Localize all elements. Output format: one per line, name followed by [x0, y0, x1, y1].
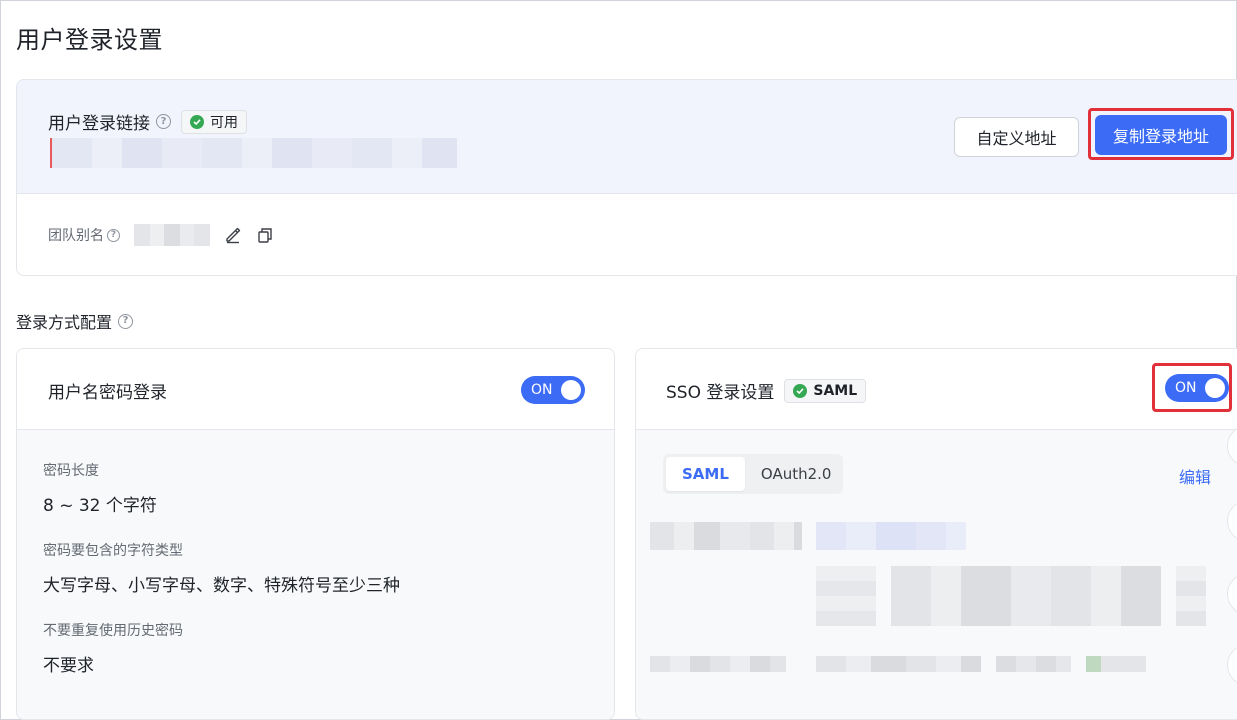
copy-icon[interactable]	[256, 226, 274, 244]
team-alias-label: 团队别名	[48, 228, 104, 244]
check-icon	[793, 383, 808, 398]
custom-address-button[interactable]: 自定义地址	[954, 117, 1079, 157]
copy-button-highlight: 复制登录地址	[1088, 108, 1234, 160]
sso-login-card: SSO 登录设置 SAML ON SAML OAuth2.0 编辑	[635, 348, 1237, 720]
sso-login-title: SSO 登录设置	[666, 383, 775, 403]
login-link-card: 用户登录链接 ? 可用 自定义地址 复制登录地址 团队别名 ?	[16, 79, 1237, 276]
tab-saml[interactable]: SAML	[666, 457, 745, 491]
toggle-label: ON	[1175, 380, 1197, 396]
login-link-header: 用户登录链接 ? 可用 自定义地址 复制登录地址	[17, 80, 1237, 194]
sso-login-toggle[interactable]: ON	[1165, 374, 1229, 402]
sso-title-row: SSO 登录设置 SAML	[666, 378, 867, 403]
saml-badge-label: SAML	[813, 382, 858, 399]
edit-icon[interactable]	[224, 226, 242, 244]
page-title: 用户登录设置	[16, 26, 163, 54]
redacted-block	[996, 656, 1071, 672]
redacted-block	[891, 566, 1161, 626]
saml-badge: SAML	[784, 378, 867, 403]
char-types-value: 大写字母、小写字母、数字、特殊符号至少三种	[43, 576, 400, 596]
copy-login-address-button[interactable]: 复制登录地址	[1095, 115, 1227, 155]
help-icon[interactable]: ?	[107, 228, 120, 242]
check-icon	[190, 114, 204, 129]
login-config-title-row: 登录方式配置 ?	[16, 309, 134, 333]
status-badge-label: 可用	[210, 114, 238, 131]
login-url-redacted	[50, 138, 457, 168]
status-badge: 可用	[181, 109, 247, 134]
password-login-toggle[interactable]: ON	[521, 376, 585, 404]
password-length-value: 8 ~ 32 个字符	[43, 496, 157, 516]
redacted-block	[650, 656, 786, 672]
sso-config-body: SAML OAuth2.0 编辑	[636, 430, 1237, 719]
team-alias-row: 团队别名 ?	[48, 224, 274, 246]
history-password-label: 不要重复使用历史密码	[43, 623, 183, 639]
tab-oauth2[interactable]: OAuth2.0	[745, 457, 848, 491]
password-length-label: 密码长度	[43, 463, 99, 479]
history-password-value: 不要求	[43, 656, 94, 676]
sso-protocol-tabs: SAML OAuth2.0	[663, 454, 843, 494]
password-login-title: 用户名密码登录	[48, 383, 167, 403]
team-alias-redacted	[134, 224, 210, 246]
sso-login-header: SSO 登录设置 SAML ON	[636, 349, 1237, 430]
redacted-block	[1176, 566, 1206, 626]
password-login-card: 用户名密码登录 ON 密码长度 8 ~ 32 个字符 密码要包含的字符类型 大写…	[16, 348, 615, 720]
redacted-block	[650, 522, 802, 550]
password-login-header: 用户名密码登录 ON	[17, 349, 614, 430]
help-icon[interactable]: ?	[156, 114, 171, 129]
password-rules: 密码长度 8 ~ 32 个字符 密码要包含的字符类型 大写字母、小写字母、数字、…	[17, 430, 614, 719]
sso-toggle-highlight: ON	[1152, 363, 1232, 412]
toggle-knob	[561, 380, 581, 400]
toggle-label: ON	[531, 382, 553, 398]
toggle-knob	[1205, 378, 1225, 398]
edit-link[interactable]: 编辑	[1179, 464, 1211, 488]
login-link-title-row: 用户登录链接 ? 可用	[48, 109, 247, 134]
redacted-block	[1086, 656, 1146, 672]
help-icon[interactable]: ?	[118, 313, 134, 329]
redacted-block	[816, 522, 966, 550]
redacted-block	[816, 656, 981, 672]
login-link-title: 用户登录链接	[48, 114, 150, 134]
login-config-title: 登录方式配置	[16, 313, 113, 332]
char-types-label: 密码要包含的字符类型	[43, 543, 183, 559]
redacted-block	[816, 566, 876, 626]
